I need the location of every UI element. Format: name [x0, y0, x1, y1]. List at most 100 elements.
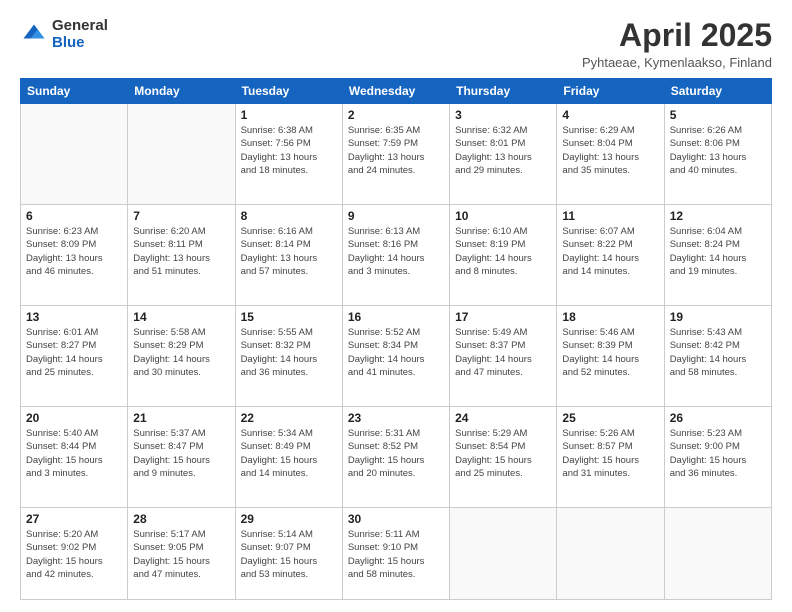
calendar-week-row: 13Sunrise: 6:01 AMSunset: 8:27 PMDayligh…	[21, 306, 772, 407]
calendar-cell: 3 Sunrise: 6:32 AMSunset: 8:01 PMDaylight…	[450, 104, 557, 205]
calendar-header-row: Sunday Monday Tuesday Wednesday Thursday…	[21, 79, 772, 104]
day-number: 26	[670, 411, 766, 425]
calendar-cell: 7 Sunrise: 6:20 AMSunset: 8:11 PMDaylight…	[128, 205, 235, 306]
calendar-cell	[450, 508, 557, 600]
day-info: Sunrise: 6:16 AMSunset: 8:14 PMDaylight:…	[241, 225, 337, 278]
calendar-cell: 10 Sunrise: 6:10 AMSunset: 8:19 PMDayligh…	[450, 205, 557, 306]
calendar-cell: 2Sunrise: 6:35 AMSunset: 7:59 PMDaylight…	[342, 104, 449, 205]
calendar-cell: 4 Sunrise: 6:29 AMSunset: 8:04 PMDaylight…	[557, 104, 664, 205]
day-info: Sunrise: 6:04 AMSunset: 8:24 PMDaylight:…	[670, 225, 766, 278]
day-number: 30	[348, 512, 444, 526]
day-info: Sunrise: 5:37 AMSunset: 8:47 PMDaylight:…	[133, 427, 229, 480]
day-number: 4	[562, 108, 658, 122]
title-block: April 2025 Pyhtaeae, Kymenlaakso, Finlan…	[582, 18, 772, 70]
col-friday: Friday	[557, 79, 664, 104]
day-info: Sunrise: 5:49 AMSunset: 8:37 PMDaylight:…	[455, 326, 551, 379]
logo-icon	[20, 21, 48, 49]
col-sunday: Sunday	[21, 79, 128, 104]
calendar-cell: 5Sunrise: 6:26 AMSunset: 8:06 PMDaylight…	[664, 104, 771, 205]
day-info: Sunrise: 5:17 AMSunset: 9:05 PMDaylight:…	[133, 528, 229, 581]
day-number: 18	[562, 310, 658, 324]
calendar-cell: 13Sunrise: 6:01 AMSunset: 8:27 PMDayligh…	[21, 306, 128, 407]
location: Pyhtaeae, Kymenlaakso, Finland	[582, 55, 772, 70]
logo-text: General Blue	[52, 18, 108, 51]
col-monday: Monday	[128, 79, 235, 104]
day-info: Sunrise: 6:20 AMSunset: 8:11 PMDaylight:…	[133, 225, 229, 278]
day-info: Sunrise: 5:46 AMSunset: 8:39 PMDaylight:…	[562, 326, 658, 379]
day-info: Sunrise: 6:23 AMSunset: 8:09 PMDaylight:…	[26, 225, 122, 278]
day-info: Sunrise: 5:11 AMSunset: 9:10 PMDaylight:…	[348, 528, 444, 581]
day-info: Sunrise: 5:23 AMSunset: 9:00 PMDaylight:…	[670, 427, 766, 480]
day-number: 19	[670, 310, 766, 324]
calendar-cell: 30 Sunrise: 5:11 AMSunset: 9:10 PMDayligh…	[342, 508, 449, 600]
calendar-cell	[664, 508, 771, 600]
calendar-cell: 14 Sunrise: 5:58 AMSunset: 8:29 PMDayligh…	[128, 306, 235, 407]
calendar-cell: 20 Sunrise: 5:40 AMSunset: 8:44 PMDayligh…	[21, 407, 128, 508]
day-number: 1	[241, 108, 337, 122]
calendar-cell: 27Sunrise: 5:20 AMSunset: 9:02 PMDayligh…	[21, 508, 128, 600]
calendar-cell: 22 Sunrise: 5:34 AMSunset: 8:49 PMDayligh…	[235, 407, 342, 508]
day-number: 21	[133, 411, 229, 425]
calendar-week-row: 1 Sunrise: 6:38 AMSunset: 7:56 PMDaylight…	[21, 104, 772, 205]
day-number: 29	[241, 512, 337, 526]
calendar-cell: 29 Sunrise: 5:14 AMSunset: 9:07 PMDayligh…	[235, 508, 342, 600]
calendar-cell: 24 Sunrise: 5:29 AMSunset: 8:54 PMDayligh…	[450, 407, 557, 508]
day-number: 20	[26, 411, 122, 425]
day-info: Sunrise: 5:29 AMSunset: 8:54 PMDaylight:…	[455, 427, 551, 480]
day-info: Sunrise: 5:52 AMSunset: 8:34 PMDaylight:…	[348, 326, 444, 379]
page: General Blue April 2025 Pyhtaeae, Kymenl…	[0, 0, 792, 612]
day-info: Sunrise: 5:40 AMSunset: 8:44 PMDaylight:…	[26, 427, 122, 480]
calendar-cell: 15 Sunrise: 5:55 AMSunset: 8:32 PMDayligh…	[235, 306, 342, 407]
day-info: Sunrise: 5:31 AMSunset: 8:52 PMDaylight:…	[348, 427, 444, 480]
calendar-cell	[21, 104, 128, 205]
day-number: 8	[241, 209, 337, 223]
calendar-cell: 26 Sunrise: 5:23 AMSunset: 9:00 PMDayligh…	[664, 407, 771, 508]
day-number: 16	[348, 310, 444, 324]
day-info: Sunrise: 6:32 AMSunset: 8:01 PMDaylight:…	[455, 124, 551, 177]
day-number: 9	[348, 209, 444, 223]
day-info: Sunrise: 5:55 AMSunset: 8:32 PMDaylight:…	[241, 326, 337, 379]
day-number: 7	[133, 209, 229, 223]
day-number: 24	[455, 411, 551, 425]
day-number: 27	[26, 512, 122, 526]
day-info: Sunrise: 6:38 AMSunset: 7:56 PMDaylight:…	[241, 124, 337, 177]
col-tuesday: Tuesday	[235, 79, 342, 104]
header: General Blue April 2025 Pyhtaeae, Kymenl…	[20, 18, 772, 70]
day-number: 17	[455, 310, 551, 324]
day-number: 15	[241, 310, 337, 324]
month-title: April 2025	[582, 18, 772, 53]
calendar-week-row: 6 Sunrise: 6:23 AMSunset: 8:09 PMDaylight…	[21, 205, 772, 306]
logo: General Blue	[20, 18, 108, 51]
day-number: 23	[348, 411, 444, 425]
calendar-cell: 28 Sunrise: 5:17 AMSunset: 9:05 PMDayligh…	[128, 508, 235, 600]
calendar-cell: 18 Sunrise: 5:46 AMSunset: 8:39 PMDayligh…	[557, 306, 664, 407]
day-info: Sunrise: 6:13 AMSunset: 8:16 PMDaylight:…	[348, 225, 444, 278]
calendar-week-row: 27Sunrise: 5:20 AMSunset: 9:02 PMDayligh…	[21, 508, 772, 600]
day-number: 28	[133, 512, 229, 526]
calendar-cell: 16 Sunrise: 5:52 AMSunset: 8:34 PMDayligh…	[342, 306, 449, 407]
calendar-cell: 6 Sunrise: 6:23 AMSunset: 8:09 PMDaylight…	[21, 205, 128, 306]
day-info: Sunrise: 6:35 AMSunset: 7:59 PMDaylight:…	[348, 124, 444, 177]
calendar-cell: 12 Sunrise: 6:04 AMSunset: 8:24 PMDayligh…	[664, 205, 771, 306]
col-thursday: Thursday	[450, 79, 557, 104]
day-info: Sunrise: 6:10 AMSunset: 8:19 PMDaylight:…	[455, 225, 551, 278]
day-info: Sunrise: 6:29 AMSunset: 8:04 PMDaylight:…	[562, 124, 658, 177]
day-number: 13	[26, 310, 122, 324]
calendar-cell: 8 Sunrise: 6:16 AMSunset: 8:14 PMDaylight…	[235, 205, 342, 306]
calendar-table: Sunday Monday Tuesday Wednesday Thursday…	[20, 78, 772, 600]
day-info: Sunrise: 5:58 AMSunset: 8:29 PMDaylight:…	[133, 326, 229, 379]
day-number: 10	[455, 209, 551, 223]
day-info: Sunrise: 5:34 AMSunset: 8:49 PMDaylight:…	[241, 427, 337, 480]
calendar-cell: 23 Sunrise: 5:31 AMSunset: 8:52 PMDayligh…	[342, 407, 449, 508]
day-number: 14	[133, 310, 229, 324]
calendar-cell: 1 Sunrise: 6:38 AMSunset: 7:56 PMDaylight…	[235, 104, 342, 205]
day-info: Sunrise: 5:43 AMSunset: 8:42 PMDaylight:…	[670, 326, 766, 379]
logo-blue-text: Blue	[52, 35, 108, 52]
calendar-cell	[128, 104, 235, 205]
day-number: 22	[241, 411, 337, 425]
day-number: 6	[26, 209, 122, 223]
day-number: 3	[455, 108, 551, 122]
day-info: Sunrise: 5:14 AMSunset: 9:07 PMDaylight:…	[241, 528, 337, 581]
calendar-cell: 21 Sunrise: 5:37 AMSunset: 8:47 PMDayligh…	[128, 407, 235, 508]
day-number: 12	[670, 209, 766, 223]
